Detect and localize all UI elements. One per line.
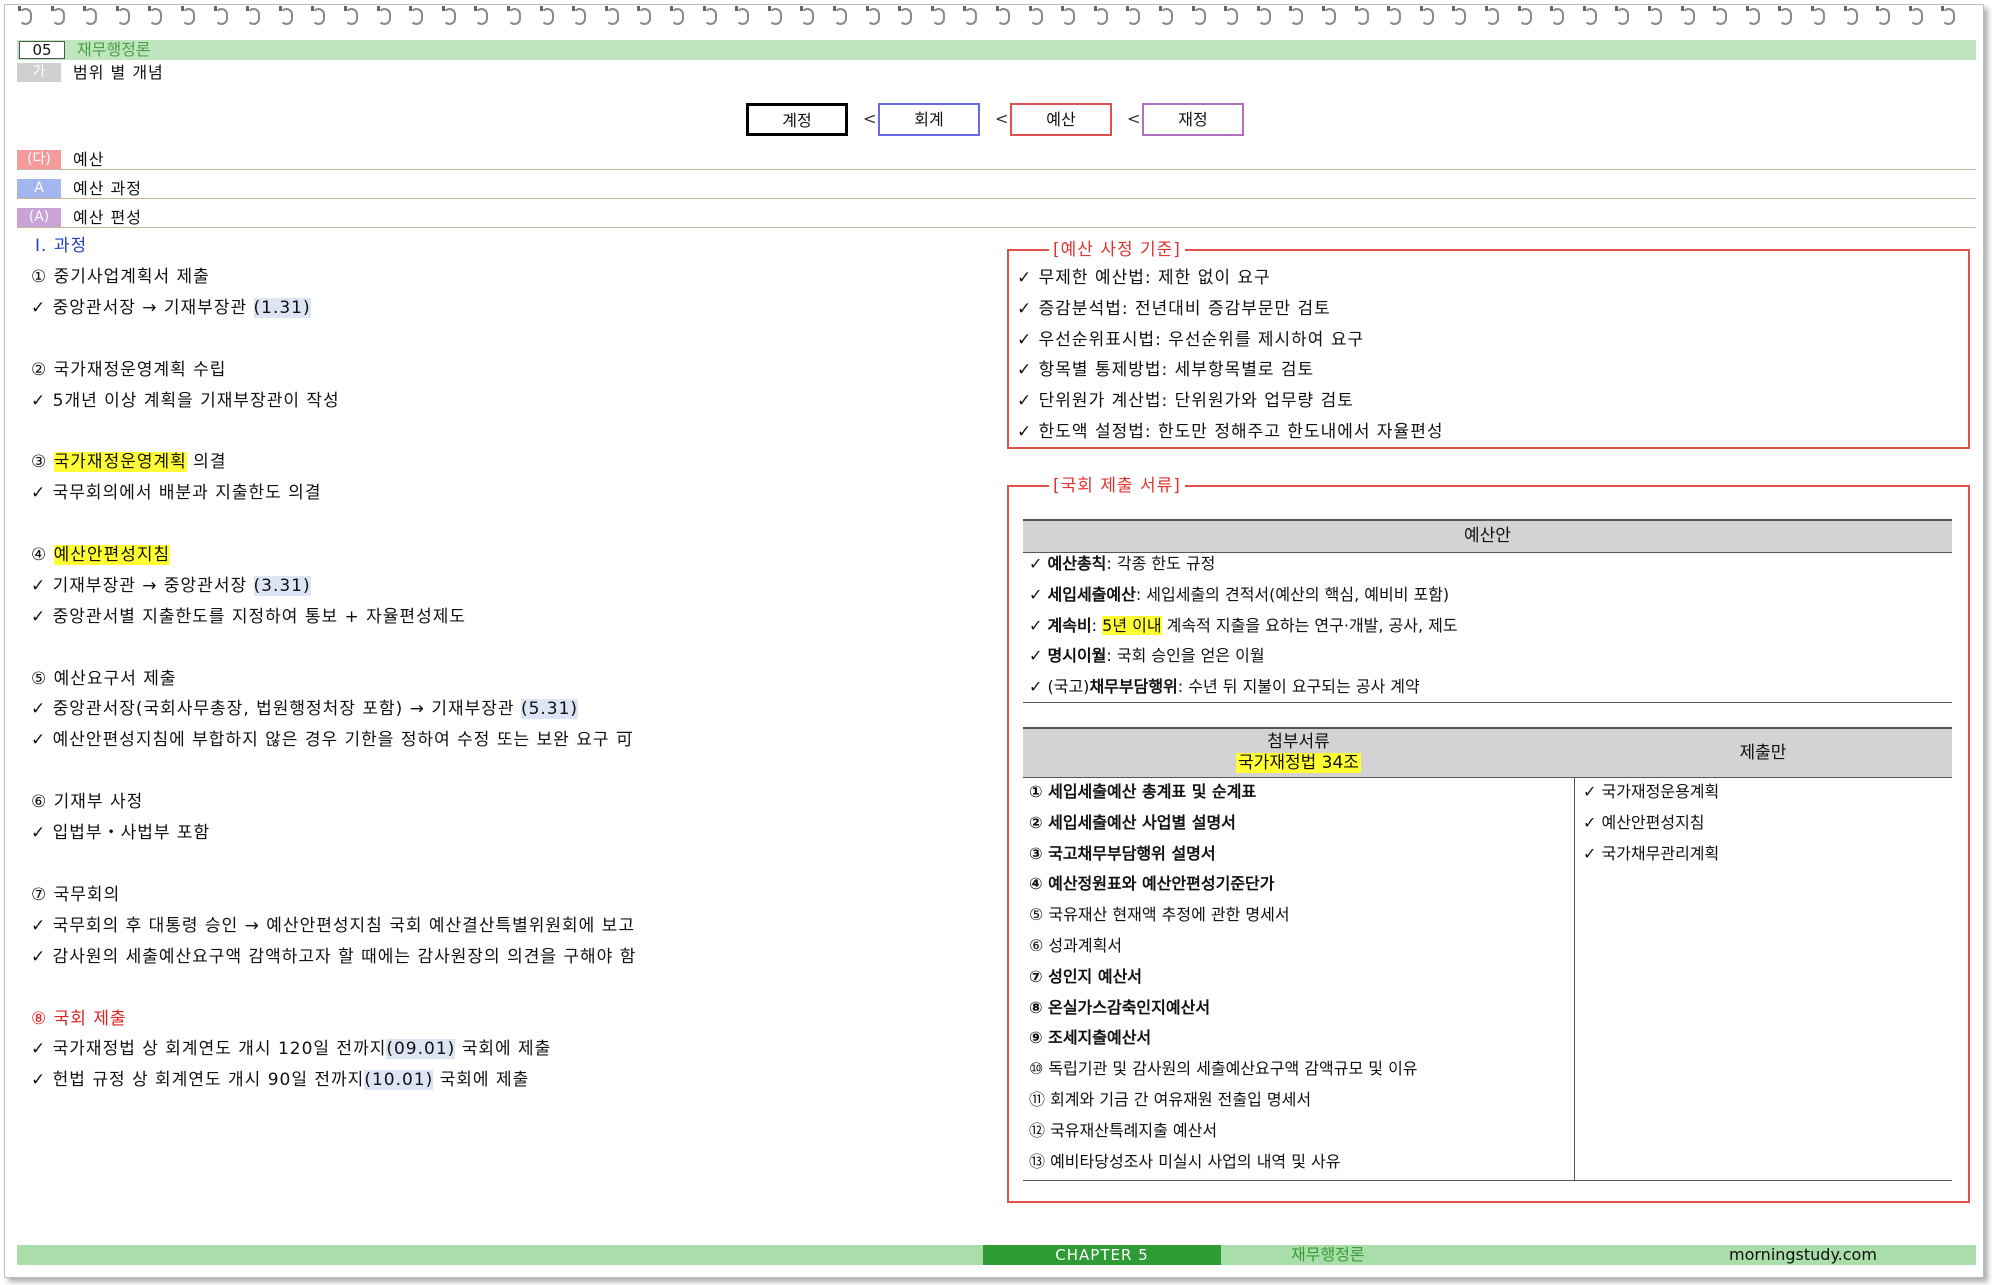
step-3-item: ✓ 국무회의에서 배분과 지출한도 의결 bbox=[31, 483, 322, 503]
attach-header-law: 국가재정법 34조 bbox=[1236, 753, 1361, 773]
criteria-item: ✓ 단위원가 계산법: 단위원가와 업무량 검토 bbox=[1017, 391, 1354, 411]
assembly-documents: [국회 제출 서류] 예산안 ✓ 예산총칙: 각종 한도 규정 ✓ 세입세출예산… bbox=[1007, 475, 1970, 1203]
chapter-bar: 05 재무행정론 bbox=[17, 40, 1976, 60]
scope-box-finance: 재정 bbox=[1142, 103, 1244, 136]
lt-symbol: < bbox=[863, 109, 877, 128]
step-8-head: ⑧ 국회 제출 bbox=[31, 1009, 127, 1029]
step-4-head: ④ 예산안편성지침 bbox=[31, 545, 171, 565]
section-label: 예산 편성 bbox=[73, 208, 142, 227]
section-scope: 가 범위 별 개념 bbox=[17, 63, 1976, 82]
footer-subject: 재무행정론 bbox=[1291, 1245, 1365, 1264]
submit-header: 제출만 bbox=[1574, 727, 1952, 778]
chapter-title: 재무행정론 bbox=[77, 40, 151, 59]
process-title: Ⅰ. 과정 bbox=[35, 236, 88, 256]
section-tag: (A) bbox=[17, 208, 61, 227]
budget-item: ✓ 예산총칙: 각종 한도 규정 bbox=[1029, 554, 1216, 573]
section-label: 예산 bbox=[73, 150, 105, 169]
step-5-head: ⑤ 예산요구서 제출 bbox=[31, 669, 177, 689]
criteria-legend: [예산 사정 기준] bbox=[1049, 239, 1185, 261]
attach-header: 첨부서류 국가재정법 34조 bbox=[1023, 727, 1575, 778]
step-1-head: ① 중기사업계획서 제출 bbox=[31, 267, 210, 287]
budget-item: ✓ 명시이월: 국회 승인을 얻은 이월 bbox=[1029, 646, 1265, 665]
section-label: 예산 과정 bbox=[73, 179, 142, 198]
criteria-item: ✓ 우선순위표시법: 우선순위를 제시하여 요구 bbox=[1017, 330, 1365, 350]
attach-item: ② 세입세출예산 사업별 설명서 bbox=[1029, 812, 1236, 832]
criteria-item: ✓ 항목별 통제방법: 세부항목별로 검토 bbox=[1017, 360, 1315, 380]
step-1-item: ✓ 중앙관서장 → 기재부장관 (1.31) bbox=[31, 298, 311, 318]
attach-item: ⑫ 국유재산특례지출 예산서 bbox=[1029, 1120, 1218, 1140]
step-6-head: ⑥ 기재부 사정 bbox=[31, 792, 144, 812]
budget-item: ✓ (국고)채무부담행위: 수년 뒤 지불이 요구되는 공사 계약 bbox=[1029, 677, 1420, 696]
footer-bar: CHAPTER 5 재무행정론 morningstudy.com bbox=[17, 1245, 1976, 1265]
section-label: 범위 별 개념 bbox=[73, 63, 164, 82]
budget-item: ✓ 계속비: 5년 이내 계속적 지출을 요하는 연구·개발, 공사, 제도 bbox=[1029, 616, 1458, 635]
chapter-number: 05 bbox=[19, 41, 65, 59]
criteria-item: ✓ 증감분석법: 전년대비 증감부문만 검토 bbox=[1017, 299, 1331, 319]
budget-table-bottom bbox=[1023, 702, 1952, 703]
criteria-item: ✓ 무제한 예산법: 제한 없이 요구 bbox=[1017, 268, 1271, 288]
submit-item: ✓ 예산안편성지침 bbox=[1583, 813, 1705, 832]
step-7-head: ⑦ 국무회의 bbox=[31, 885, 121, 905]
attach-item: ⑬ 예비타당성조사 미실시 사업의 내역 및 사유 bbox=[1029, 1151, 1341, 1171]
step-6-item: ✓ 입법부・사법부 포함 bbox=[31, 823, 211, 843]
section-tag: (다) bbox=[17, 150, 61, 169]
step-8-item: ✓ 국가재정법 상 회계연도 개시 120일 전까지(09.01) 국회에 제출 bbox=[31, 1039, 552, 1059]
attach-item: ⑤ 국유재산 현재액 추정에 관한 명세서 bbox=[1029, 905, 1290, 925]
step-7-item: ✓ 국무회의 후 대통령 승인 → 예산안편성지침 국회 예산결산특별위원회에 … bbox=[31, 916, 635, 936]
section-tag: A bbox=[17, 179, 61, 198]
step-5-item: ✓ 중앙관서장(국회사무총장, 법원행정처장 포함) → 기재부장관 (5.31… bbox=[31, 699, 579, 719]
lt-symbol: < bbox=[995, 109, 1009, 128]
step-7-item: ✓ 감사원의 세출예산요구액 감액하고자 할 때에는 감사원장의 의견을 구해야… bbox=[31, 947, 637, 967]
attach-item: ⑦ 성인지 예산서 bbox=[1029, 966, 1143, 986]
step-8-item: ✓ 헌법 규정 상 회계연도 개시 90일 전까지(10.01) 국회에 제출 bbox=[31, 1070, 530, 1090]
documents-legend: [국회 제출 서류] bbox=[1049, 475, 1185, 497]
attach-item: ③ 국고채무부담행위 설명서 bbox=[1029, 843, 1216, 863]
attach-item: ④ 예산정원표와 예산안편성기준단가 bbox=[1029, 874, 1275, 894]
criteria-item: ✓ 한도액 설정법: 한도만 정해주고 한도내에서 자율편성 bbox=[1017, 422, 1444, 442]
step-3-head: ③ 국가재정운영계획 의결 bbox=[31, 452, 227, 472]
scope-box-account: 계정 bbox=[746, 103, 848, 136]
step-2-head: ② 국가재정운영계획 수립 bbox=[31, 360, 227, 380]
step-4-item: ✓ 중앙관서별 지출한도를 지정하여 통보 + 자율편성제도 bbox=[31, 607, 466, 627]
section-budget: (다) 예산 bbox=[17, 150, 1976, 170]
lt-symbol: < bbox=[1127, 109, 1141, 128]
section-budget-process: A 예산 과정 bbox=[17, 179, 1976, 199]
budget-item: ✓ 세입세출예산: 세입세출의 견적서(예산의 핵심, 예비비 포함) bbox=[1029, 585, 1450, 604]
scope-box-budget: 예산 bbox=[1010, 103, 1112, 136]
attach-table-bottom bbox=[1023, 1180, 1952, 1181]
submit-item: ✓ 국가재정운용계획 bbox=[1583, 782, 1720, 801]
attach-item: ⑪ 회계와 기금 간 여유재원 전출입 명세서 bbox=[1029, 1090, 1312, 1109]
attach-item: ⑩ 독립기관 및 감사원의 세출예산요구액 감액규모 및 이유 bbox=[1029, 1059, 1418, 1079]
section-budget-formulation: (A) 예산 편성 bbox=[17, 208, 1976, 228]
scope-box-accounting: 회계 bbox=[878, 103, 980, 136]
attach-item: ⑨ 조세지출예산서 bbox=[1029, 1028, 1152, 1048]
budget-table-header: 예산안 bbox=[1023, 519, 1952, 553]
notebook-page: 05 재무행정론 가 범위 별 개념 계정 < 회계 < 예산 < 재정 (다)… bbox=[4, 4, 1984, 1278]
budget-review-criteria: [예산 사정 기준] ✓ 무제한 예산법: 제한 없이 요구 ✓ 증감분석법: … bbox=[1007, 239, 1970, 449]
step-5-item: ✓ 예산안편성지침에 부합하지 않은 경우 기한을 정하여 수정 또는 보완 요… bbox=[31, 730, 634, 750]
footer-site: morningstudy.com bbox=[1729, 1245, 1877, 1264]
attach-item: ⑧ 온실가스감축인지예산서 bbox=[1029, 997, 1211, 1017]
table-divider bbox=[1574, 777, 1575, 1180]
step-4-item: ✓ 기재부장관 → 중앙관서장 (3.31) bbox=[31, 576, 311, 596]
submit-item: ✓ 국가채무관리계획 bbox=[1583, 844, 1720, 863]
attach-item: ⑥ 성과계획서 bbox=[1029, 936, 1123, 955]
step-2-item: ✓ 5개년 이상 계획을 기재부장관이 작성 bbox=[31, 391, 340, 411]
section-tag: 가 bbox=[17, 63, 61, 82]
attach-header-title: 첨부서류 bbox=[1267, 732, 1330, 752]
footer-chapter: CHAPTER 5 bbox=[983, 1245, 1221, 1265]
spiral-binding bbox=[5, 5, 1983, 31]
attach-item: ① 세입세출예산 총계표 및 순계표 bbox=[1029, 782, 1257, 801]
